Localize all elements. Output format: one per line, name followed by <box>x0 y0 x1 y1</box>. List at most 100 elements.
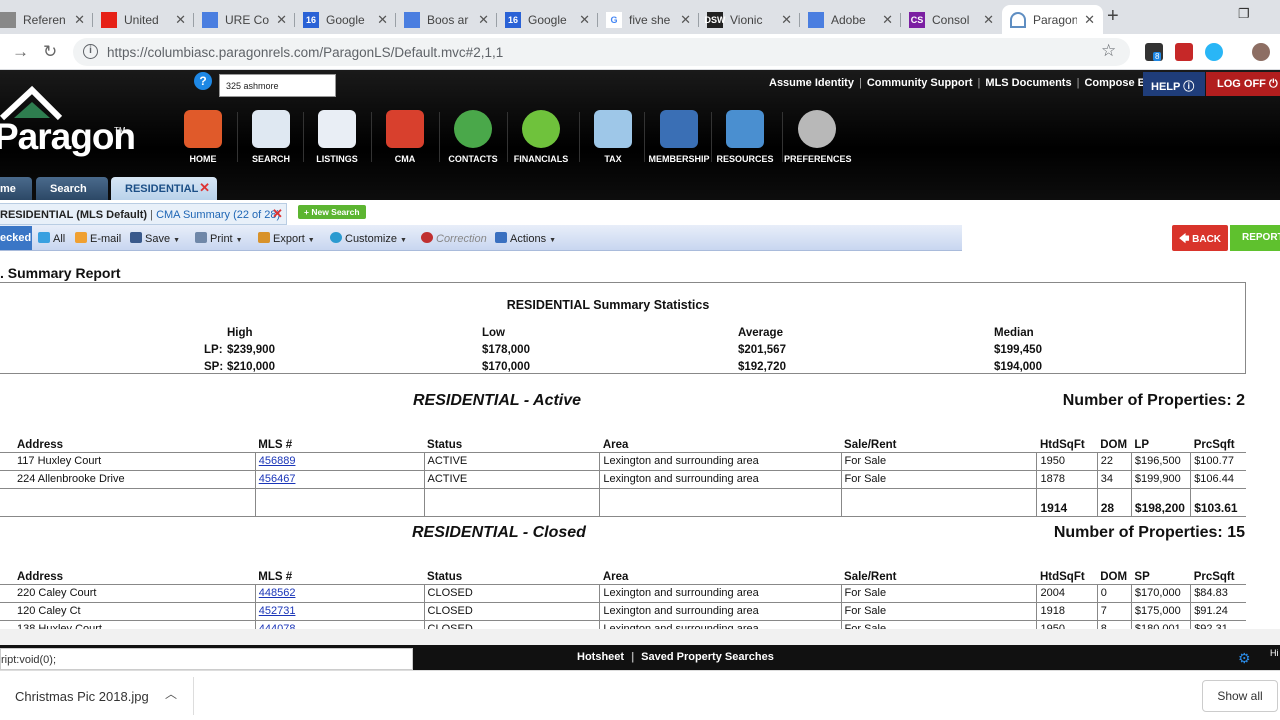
new-tab-button[interactable]: + <box>1107 5 1119 28</box>
help-question-icon[interactable]: ? <box>194 72 212 90</box>
table-row[interactable]: 120 Caley Ct 452731 CLOSED Lexington and su… <box>0 602 1246 621</box>
column-header[interactable]: Status <box>424 567 600 585</box>
all-button[interactable]: All <box>38 232 65 245</box>
saved-property-searches-link[interactable]: Saved Property Searches <box>641 651 774 663</box>
column-header[interactable]: PrcSqft <box>1190 435 1246 453</box>
column-header[interactable]: SP <box>1131 567 1191 585</box>
table-row[interactable]: 138 Huxley Court 444078 CLOSED Lexington an… <box>0 620 1246 629</box>
browser-tab[interactable]: Boos ar ✕ <box>396 5 497 34</box>
column-header[interactable]: Address <box>0 567 256 585</box>
browser-tab[interactable]: CS Consol ✕ <box>901 5 1002 34</box>
column-header[interactable]: Area <box>599 435 842 453</box>
sync-extension-icon[interactable] <box>1205 43 1223 61</box>
close-tab-icon[interactable]: ✕ <box>377 12 388 28</box>
save-button[interactable]: Save ▼ <box>130 232 180 245</box>
email-button[interactable]: E-mail <box>75 232 121 245</box>
table-row[interactable]: 117 Huxley Court 456889 ACTIVE Lexington an… <box>0 452 1246 471</box>
bookmark-star-icon[interactable]: ☆ <box>1101 41 1116 61</box>
log-off-button[interactable]: LOG OFF ⏻ <box>1206 72 1280 96</box>
column-header[interactable]: HtdSqFt <box>1036 435 1098 453</box>
close-tab-icon[interactable]: ✕ <box>882 12 893 28</box>
browser-tab[interactable]: URE Co ✕ <box>194 5 295 34</box>
browser-tab[interactable]: 16 Google ✕ <box>295 5 396 34</box>
browser-tab[interactable]: Gfive she ✕ <box>598 5 699 34</box>
url-field[interactable]: i https://columbiasc.paragonrels.com/Par… <box>73 38 1130 66</box>
browser-tab[interactable]: 16 Google ✕ <box>497 5 598 34</box>
column-header[interactable]: Status <box>424 435 600 453</box>
export-button[interactable]: Export ▼ <box>258 232 315 245</box>
module-home[interactable]: HOME <box>171 110 235 164</box>
print-button[interactable]: Print ▼ <box>195 232 243 245</box>
browser-tab[interactable]: United ✕ <box>93 5 194 34</box>
column-header[interactable]: PrcSqft <box>1190 567 1246 585</box>
extension-icon[interactable]: 8 <box>1145 43 1163 61</box>
tab-home[interactable]: me <box>0 177 32 200</box>
close-tab-icon[interactable]: ✕ <box>276 12 287 28</box>
close-search-icon[interactable]: ✕ <box>272 206 283 222</box>
module-tax[interactable]: TAX <box>581 110 645 164</box>
browser-tab[interactable]: DSW Vionic ✕ <box>699 5 800 34</box>
hotsheet-link[interactable]: Hotsheet <box>577 651 624 663</box>
site-info-icon[interactable]: i <box>83 44 98 59</box>
close-tab-icon[interactable]: ✕ <box>579 12 590 28</box>
close-tab-icon[interactable]: ✕ <box>680 12 691 28</box>
module-membership[interactable]: MEMBERSHIP <box>646 110 712 164</box>
customize-button[interactable]: Customize ▼ <box>330 232 407 245</box>
module-listings[interactable]: LISTINGS <box>305 110 369 164</box>
show-all-downloads-button[interactable]: Show all <box>1202 680 1278 712</box>
tab-search[interactable]: Search <box>36 177 108 200</box>
quick-search-input[interactable]: 325 ashmore <box>219 74 336 97</box>
mls-number-link[interactable]: 448562 <box>259 587 296 599</box>
column-header[interactable]: MLS # <box>255 567 425 585</box>
mls-documents-link[interactable]: MLS Documents <box>985 77 1071 89</box>
new-search-button[interactable]: + New Search <box>298 205 366 219</box>
community-support-link[interactable]: Community Support <box>867 77 973 89</box>
browser-tab[interactable]: Adobe ✕ <box>800 5 901 34</box>
close-tab-icon[interactable]: ✕ <box>199 180 210 196</box>
profile-avatar[interactable] <box>1252 43 1270 61</box>
actions-button[interactable]: Actions ▼ <box>495 232 556 245</box>
search-subtab[interactable]: RESIDENTIAL (MLS Default) | CMA Summary … <box>0 203 287 225</box>
chevron-up-icon[interactable]: ︿ <box>165 685 177 702</box>
gear-icon[interactable]: ⚙ <box>1238 650 1251 667</box>
pdf-extension-icon[interactable] <box>1175 43 1193 61</box>
module-search[interactable]: SEARCH <box>239 110 303 164</box>
close-tab-icon[interactable]: ✕ <box>983 12 994 28</box>
checked-filter-button[interactable]: ecked <box>0 226 32 250</box>
restore-window-icon[interactable]: ❐ <box>1238 6 1250 22</box>
column-header[interactable]: MLS # <box>255 435 425 453</box>
mls-number-link[interactable]: 456889 <box>259 455 296 467</box>
column-header[interactable]: DOM <box>1097 567 1132 585</box>
help-button[interactable]: HELP ⓘ <box>1143 72 1205 96</box>
column-header[interactable]: Sale/Rent <box>841 435 1037 453</box>
horizontal-scrollbar[interactable] <box>0 629 1280 645</box>
forward-arrow-icon[interactable]: → <box>12 42 29 62</box>
back-button[interactable]: 🡄 BACK <box>1172 225 1228 251</box>
column-header[interactable]: Sale/Rent <box>841 567 1037 585</box>
column-header[interactable]: HtdSqFt <box>1036 567 1098 585</box>
column-header[interactable]: Area <box>599 567 842 585</box>
table-row[interactable]: 224 Allenbrooke Drive 456467 ACTIVE Lexingt… <box>0 470 1246 489</box>
report-button[interactable]: REPORT <box>1230 225 1280 251</box>
browser-tab[interactable]: Paragon ✕ <box>1002 5 1103 34</box>
assume-identity-link[interactable]: Assume Identity <box>769 77 854 89</box>
close-tab-icon[interactable]: ✕ <box>175 12 186 28</box>
tab-residential[interactable]: RESIDENTIAL ✕ <box>111 177 217 200</box>
close-tab-icon[interactable]: ✕ <box>74 12 85 28</box>
download-file-name[interactable]: Christmas Pic 2018.jpg <box>15 689 149 704</box>
mls-number-link[interactable]: 452731 <box>259 605 296 617</box>
close-tab-icon[interactable]: ✕ <box>478 12 489 28</box>
browser-tab[interactable]: Referen ✕ <box>0 5 93 34</box>
paragon-logo[interactable]: Paragon <box>0 116 136 158</box>
module-contacts[interactable]: CONTACTS <box>441 110 505 164</box>
module-resources[interactable]: RESOURCES <box>713 110 777 164</box>
module-financials[interactable]: FINANCIALS <box>509 110 573 164</box>
module-preferences[interactable]: PREFERENCES <box>784 110 852 164</box>
table-row[interactable]: 220 Caley Court 448562 CLOSED Lexington and… <box>0 584 1246 603</box>
column-header[interactable]: DOM <box>1097 435 1132 453</box>
column-header[interactable]: LP <box>1131 435 1191 453</box>
close-tab-icon[interactable]: ✕ <box>1084 12 1095 28</box>
reload-icon[interactable]: ↻ <box>43 42 57 62</box>
correction-button[interactable]: Correction <box>421 232 487 245</box>
mls-number-link[interactable]: 456467 <box>259 473 296 485</box>
